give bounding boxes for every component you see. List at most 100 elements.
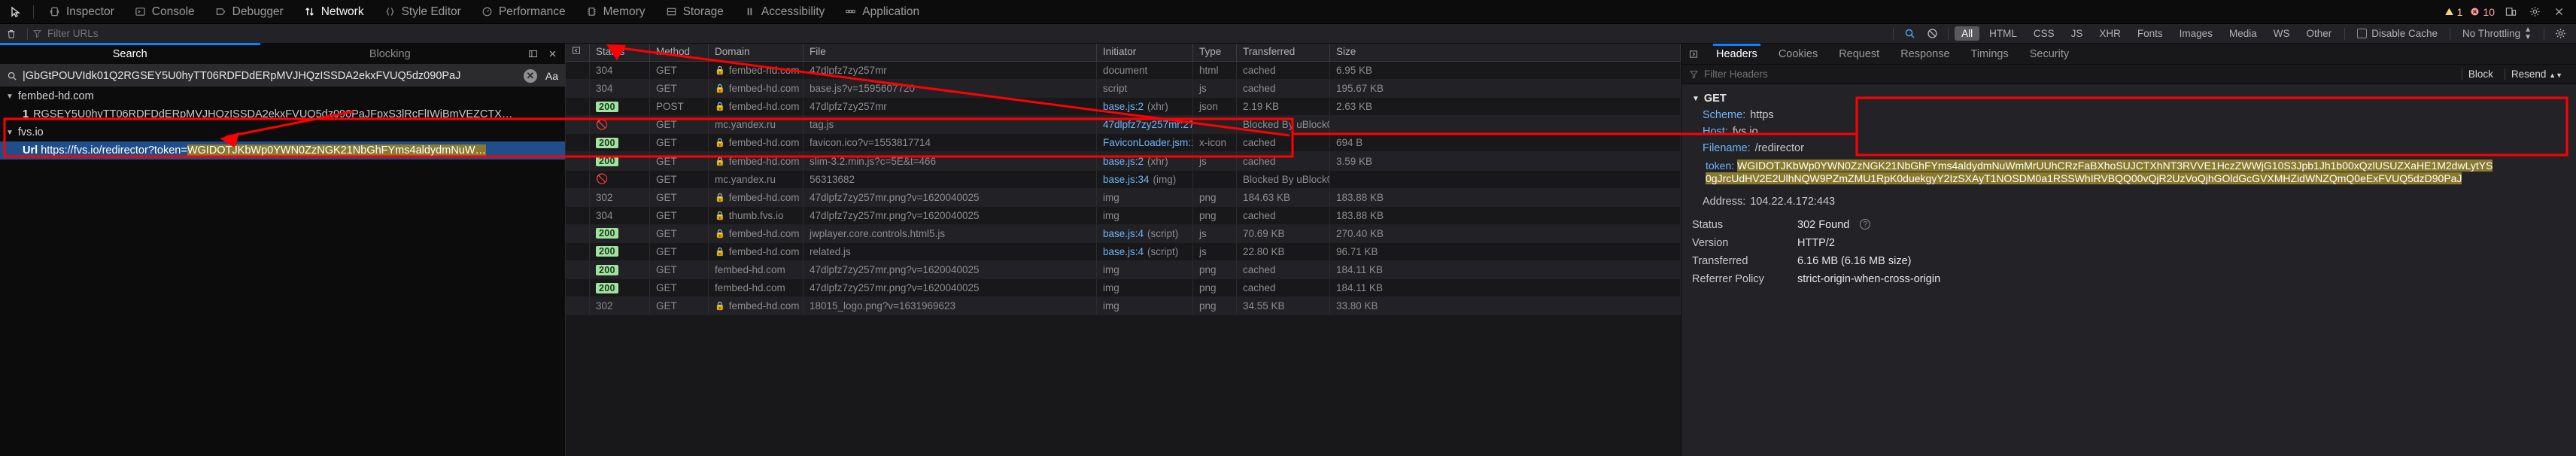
details-tab-timings[interactable]: Timings bbox=[1961, 44, 2019, 65]
details-tab-headers[interactable]: Headers bbox=[1706, 43, 1768, 65]
search-icon[interactable] bbox=[1898, 25, 1921, 43]
filter-type-xhr[interactable]: XHR bbox=[2092, 26, 2128, 41]
initiator-link[interactable]: base.js:34 bbox=[1103, 174, 1150, 185]
close-devtools-icon[interactable] bbox=[2550, 4, 2567, 20]
details-tab-cookies[interactable]: Cookies bbox=[1768, 44, 1828, 65]
initiator-link[interactable]: base.js:4 bbox=[1103, 246, 1144, 257]
table-row[interactable]: 302 GET 🔒 fembed-hd.com 47dlpfz7zy257mr.png?… bbox=[566, 188, 1681, 207]
tab-accessibility[interactable]: Accessibility bbox=[734, 2, 834, 23]
table-row[interactable]: 🚫 GET mc.yandex.ru 56313682 base.js:34 (img)… bbox=[566, 170, 1681, 189]
details-tab-security[interactable]: Security bbox=[2019, 44, 2079, 65]
initiator-suffix: (script) bbox=[1147, 227, 1179, 239]
collapse-details-icon[interactable] bbox=[1681, 50, 1706, 59]
details-tab-response[interactable]: Response bbox=[1890, 44, 1960, 65]
details-tab-request[interactable]: Request bbox=[1828, 44, 1890, 65]
column-header-waterfall-toggle[interactable] bbox=[566, 44, 590, 61]
filter-type-images[interactable]: Images bbox=[2173, 26, 2219, 41]
filter-urls-input[interactable]: Filter URLs bbox=[32, 28, 99, 39]
initiator-link[interactable]: base.js:4 bbox=[1103, 228, 1144, 239]
match-case-button[interactable]: Aa bbox=[542, 70, 558, 82]
search-result-item[interactable]: 1 RGSEY5U0hyTT06RDFDdERpMVJHQzISSDA2ekxFV… bbox=[0, 105, 565, 123]
tab-label: Network bbox=[320, 5, 364, 18]
status-badge: 200 bbox=[596, 228, 618, 239]
column-header-domain[interactable]: Domain bbox=[709, 44, 803, 61]
disable-cache-checkbox[interactable]: Disable Cache bbox=[2350, 28, 2445, 39]
column-header-status[interactable]: Status bbox=[590, 44, 650, 61]
tab-style-editor[interactable]: Style Editor bbox=[374, 2, 471, 23]
disable-cache-label: Disable Cache bbox=[2371, 28, 2438, 39]
tab-label: Debugger bbox=[232, 5, 284, 18]
tab-application[interactable]: Application bbox=[834, 2, 929, 23]
filter-type-js[interactable]: JS bbox=[2064, 26, 2090, 41]
help-icon[interactable]: ? bbox=[1860, 219, 1871, 230]
table-row[interactable]: 200 GET fembed-hd.com 47dlpfz7zy257mr.png?v… bbox=[566, 279, 1681, 298]
cell-file: 47dlpfz7zy257mr.png?v=1620040025 bbox=[803, 261, 1097, 279]
network-settings-icon[interactable] bbox=[2549, 25, 2571, 43]
filter-type-css[interactable]: CSS bbox=[2027, 26, 2061, 41]
table-row[interactable]: 304 GET 🔒 fembed-hd.com base.js?v=1595607720… bbox=[566, 80, 1681, 99]
request-blocking-icon[interactable] bbox=[1921, 25, 1943, 43]
error-count[interactable]: 10 bbox=[2470, 6, 2495, 18]
filter-type-media[interactable]: Media bbox=[2222, 26, 2264, 41]
memory-icon bbox=[585, 5, 598, 18]
close-search-panel-icon[interactable] bbox=[544, 47, 560, 62]
filter-type-all[interactable]: All bbox=[1955, 26, 1980, 41]
table-row[interactable]: 200 GET 🔒 fembed-hd.com related.js base.js:4 … bbox=[566, 242, 1681, 262]
filter-type-fonts[interactable]: Fonts bbox=[2131, 26, 2170, 41]
responsive-design-mode-icon[interactable] bbox=[2502, 4, 2519, 20]
result-text: RGSEY5U0hyTT06RDFDdERpMVJHQzISSDA2ekxFVU… bbox=[33, 108, 513, 120]
initiator-link[interactable]: base.js:2 bbox=[1103, 101, 1144, 112]
main-panes: Search Blocking |GbGtPOUVIdk01Q2RGSEY5U0… bbox=[0, 43, 2576, 456]
table-row[interactable]: 🚫 GET mc.yandex.ru tag.js 47dlpfz7zy257mr:27… bbox=[566, 116, 1681, 135]
table-row[interactable]: 302 GET 🔒 fembed-hd.com 18015_logo.png?v=163… bbox=[566, 297, 1681, 316]
tab-search[interactable]: Search bbox=[0, 43, 260, 64]
table-row[interactable]: 200 GET 🔒 fembed-hd.com favicon.ico?v=155381… bbox=[566, 134, 1681, 153]
tab-label: Storage bbox=[682, 5, 724, 18]
clear-search-icon[interactable]: ✕ bbox=[523, 68, 537, 83]
table-row[interactable]: 304 GET 🔒 thumb.fvs.io 47dlpfz7zy257mr.png?v… bbox=[566, 206, 1681, 225]
tab-storage[interactable]: Storage bbox=[655, 2, 734, 23]
filter-type-ws[interactable]: WS bbox=[2267, 26, 2297, 41]
table-row[interactable]: 200 GET 🔒 fembed-hd.com jwplayer.core.contro… bbox=[566, 224, 1681, 243]
column-header-initiator[interactable]: Initiator bbox=[1097, 44, 1193, 61]
initiator-link[interactable]: base.js:2 bbox=[1103, 156, 1144, 167]
devtools-settings-icon[interactable] bbox=[2526, 4, 2543, 20]
tab-network[interactable]: Network bbox=[293, 2, 374, 23]
warning-count[interactable]: 1 bbox=[2444, 6, 2462, 18]
tab-memory[interactable]: Memory bbox=[576, 2, 655, 23]
table-row[interactable]: 200 GET fembed-hd.com 47dlpfz7zy257mr.png?v… bbox=[566, 261, 1681, 280]
tab-console[interactable]: Console bbox=[124, 2, 205, 23]
column-header-method[interactable]: Method bbox=[650, 44, 709, 61]
cell-type bbox=[1193, 116, 1237, 134]
result-group-fvs[interactable]: ▼ fvs.io bbox=[0, 123, 565, 141]
resend-button[interactable]: Resend ▲▼ bbox=[2504, 68, 2568, 80]
block-request-button[interactable]: Block bbox=[2461, 68, 2499, 80]
header-value: https bbox=[1750, 109, 1774, 121]
tab-blocking[interactable]: Blocking bbox=[260, 44, 521, 64]
filter-type-html[interactable]: HTML bbox=[1982, 26, 2024, 41]
throttling-select[interactable]: No Throttling ▲ ▼ bbox=[2455, 26, 2539, 41]
panel-dock-icon[interactable] bbox=[524, 47, 541, 62]
table-row[interactable]: 200 POST 🔒 fembed-hd.com 47dlpfz7zy257mr base… bbox=[566, 98, 1681, 117]
table-row[interactable]: 304 GET 🔒 fembed-hd.com 47dlpfz7zy257mr docum… bbox=[566, 62, 1681, 81]
element-picker-icon[interactable] bbox=[3, 2, 29, 22]
column-header-size[interactable]: Size bbox=[1330, 44, 1681, 61]
column-header-type[interactable]: Type bbox=[1193, 44, 1237, 61]
column-header-file[interactable]: File bbox=[803, 44, 1097, 61]
search-input-row[interactable]: |GbGtPOUVIdk01Q2RGSEY5U0hyTT06RDFDdERpMV… bbox=[0, 65, 565, 87]
tab-inspector[interactable]: Inspector bbox=[38, 2, 124, 23]
tab-performance[interactable]: Performance bbox=[471, 2, 576, 23]
filter-type-other[interactable]: Other bbox=[2299, 26, 2338, 41]
cell-method: GET bbox=[650, 297, 709, 315]
result-group-fembed[interactable]: ▼ fembed-hd.com bbox=[0, 87, 565, 105]
initiator-link[interactable]: 47dlpfz7zy257mr:277 bbox=[1103, 119, 1192, 130]
table-row[interactable]: 200 GET 🔒 fembed-hd.com slim-3.2.min.js?c=5E… bbox=[566, 152, 1681, 171]
clear-requests-icon[interactable] bbox=[0, 25, 23, 43]
search-result-item-selected[interactable]: Url https://fvs.io/redirector?token=WGID… bbox=[0, 141, 565, 160]
headers-group-get[interactable]: ▼ GET bbox=[1681, 90, 2576, 107]
column-header-transferred[interactable]: Transferred bbox=[1237, 44, 1330, 61]
initiator-link[interactable]: FaviconLoader.jsm:191 bbox=[1103, 137, 1192, 148]
headers-filter-placeholder[interactable]: Filter Headers bbox=[1704, 68, 1768, 80]
initiator-suffix: (xhr) bbox=[1147, 155, 1168, 167]
tab-debugger[interactable]: Debugger bbox=[205, 2, 293, 23]
